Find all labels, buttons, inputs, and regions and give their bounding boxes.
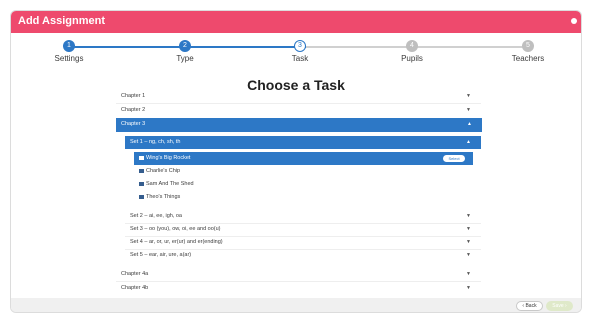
select-button[interactable]: Select (443, 155, 465, 162)
chevron-up-icon: ▲ (466, 139, 471, 145)
chevron-down-icon: ▼ (466, 107, 471, 113)
book-icon (139, 194, 144, 199)
book-title: Theo's Things (146, 194, 181, 200)
set-label: Set 2 – ai, ee, igh, oa (130, 213, 182, 219)
step-number: 5 (522, 40, 534, 52)
back-button[interactable]: ‹ Back (516, 301, 543, 311)
set-label: Set 1 – ng, ch, sh, th (130, 139, 181, 145)
chevron-up-icon: ▲ (467, 121, 472, 127)
chapter-label: Chapter 1 (121, 93, 146, 99)
set-row[interactable]: Set 4 – ar, or, ur, er(ur) and er(ending… (125, 236, 481, 249)
book-row[interactable]: Sam And The Shed (134, 178, 473, 191)
step-label: Task (291, 54, 309, 63)
chapter-row[interactable]: Chapter 1 ▼ (116, 90, 481, 103)
chevron-down-icon: ▼ (466, 226, 471, 232)
book-title: Charlie's Chip (146, 168, 181, 174)
book-row[interactable]: Charlie's Chip (134, 165, 473, 178)
set-label: Set 5 – ear, air, ure, a(ar) (130, 252, 192, 258)
step-type[interactable]: 2 Type (155, 40, 215, 63)
set-row-expanded[interactable]: Set 1 – ng, ch, sh, th ▲ (125, 136, 481, 149)
set-row[interactable]: Set 5 – ear, air, ure, a(ar) ▼ (125, 249, 481, 262)
step-label: Type (176, 54, 194, 63)
chapter-label: Chapter 2 (121, 107, 146, 113)
step-number: 4 (406, 40, 418, 52)
book-title: Sam And The Shed (146, 181, 194, 187)
book-icon (139, 181, 144, 186)
add-assignment-modal: Add Assignment 1 Settings 2 Type 3 Task … (11, 11, 581, 312)
modal-footer: ‹ Back Save › (11, 298, 581, 312)
chevron-down-icon: ▼ (466, 271, 471, 277)
modal-header: Add Assignment (11, 11, 581, 33)
modal-title: Add Assignment (18, 15, 105, 27)
chapter-label: Chapter 3 (121, 121, 146, 127)
step-label: Settings (54, 54, 84, 63)
step-teachers[interactable]: 5 Teachers (498, 40, 558, 63)
chapter-row-expanded[interactable]: Chapter 3 ▲ (116, 118, 482, 132)
chevron-down-icon: ▼ (466, 285, 471, 291)
chevron-down-icon: ▼ (466, 252, 471, 258)
save-button[interactable]: Save › (546, 301, 573, 311)
step-settings[interactable]: 1 Settings (39, 40, 99, 63)
chapter-label: Chapter 4b (121, 285, 149, 291)
book-row-selected[interactable]: Wing's Big Rocket Select (134, 152, 473, 165)
chapter-row[interactable]: Chapter 4b ▼ (116, 282, 481, 295)
step-number: 2 (179, 40, 191, 52)
chevron-down-icon: ▼ (466, 93, 471, 99)
step-number: 3 (294, 40, 306, 52)
chevron-down-icon: ▼ (466, 213, 471, 219)
chapter-row[interactable]: Chapter 4a ▼ (116, 268, 481, 281)
step-label: Pupils (401, 54, 423, 63)
set-label: Set 3 – oo (you), ow, oi, ee and oo(u) (130, 226, 221, 232)
close-icon[interactable] (571, 18, 577, 24)
step-task[interactable]: 3 Task (270, 40, 330, 63)
set-row[interactable]: Set 3 – oo (you), ow, oi, ee and oo(u) ▼ (125, 223, 481, 236)
chapter-label: Chapter 4a (121, 271, 149, 277)
step-label: Teachers (511, 54, 545, 63)
chevron-down-icon: ▼ (466, 239, 471, 245)
set-label: Set 4 – ar, or, ur, er(ur) and er(ending… (130, 239, 223, 245)
step-pupils[interactable]: 4 Pupils (382, 40, 442, 63)
step-number: 1 (63, 40, 75, 52)
chapter-row[interactable]: Chapter 2 ▼ (116, 104, 481, 117)
book-title: Wing's Big Rocket (146, 155, 191, 161)
book-icon (139, 155, 144, 160)
set-row[interactable]: Set 2 – ai, ee, igh, oa ▼ (125, 210, 481, 223)
book-row[interactable]: Theo's Things (134, 191, 473, 204)
book-icon (139, 168, 144, 173)
